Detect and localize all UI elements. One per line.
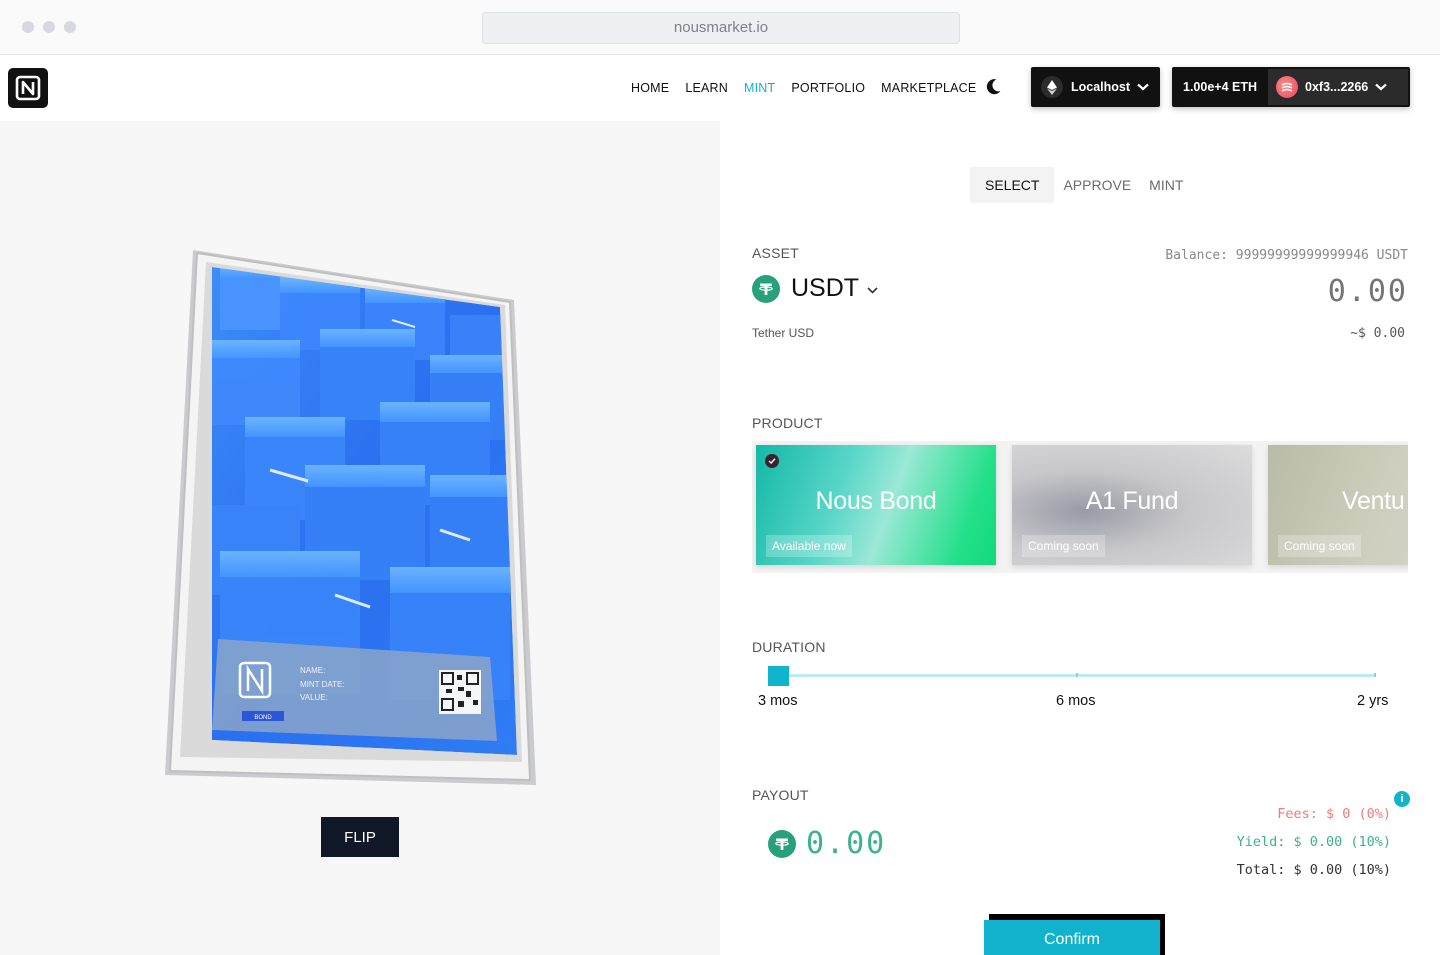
payout-amount-value: 0.00 <box>806 826 887 861</box>
chevron-down-icon <box>1375 83 1388 91</box>
qr-code-icon <box>439 670 481 714</box>
duration-tick <box>1076 673 1078 677</box>
product-name: A1 Fund <box>1085 487 1179 515</box>
account-address: 0xf3...2266 <box>1305 80 1369 94</box>
nav-mint[interactable]: MINT <box>744 81 775 95</box>
duration-mark-6-mos[interactable]: 6 mos <box>1056 693 1096 709</box>
tab-select[interactable]: SELECT <box>970 167 1055 203</box>
payout-amount: 0.00 <box>768 826 886 861</box>
browser-chrome: nousmarket.io <box>0 0 1440 55</box>
asset-selector[interactable]: USDT <box>752 274 878 303</box>
card-name-label: NAME: <box>300 666 325 675</box>
asset-full-name: Tether USD <box>752 326 815 340</box>
nav-home[interactable]: HOME <box>631 81 669 95</box>
account-address-button[interactable]: 0xf3...2266 <box>1268 69 1408 105</box>
duration-tick <box>1374 673 1376 677</box>
nav-portfolio[interactable]: PORTFOLIO <box>791 81 865 95</box>
confirm-button-wrap: Confirm <box>984 914 1165 955</box>
ethereum-icon <box>1041 76 1063 98</box>
payout-yield: Yield: $ 0.00 (10%) <box>1236 834 1391 850</box>
window-minimize-dot[interactable] <box>43 21 55 33</box>
product-status-badge: Available now <box>766 535 852 557</box>
main-nav: HOME LEARN MINT PORTFOLIO MARKETPLACE <box>631 81 976 95</box>
duration-mark-2-yrs[interactable]: 2 yrs <box>1357 693 1388 709</box>
tether-icon <box>768 829 796 858</box>
product-card-ventu[interactable]: Ventu Coming soon <box>1268 445 1408 565</box>
product-status-badge: Coming soon <box>1278 535 1361 557</box>
payout-fees: Fees: $ 0 (0%) <box>1277 806 1391 822</box>
duration-slider-track[interactable] <box>770 674 1376 677</box>
tether-icon <box>752 274 780 303</box>
card-mint-date-label: MINT DATE: <box>300 680 345 689</box>
flip-card-button[interactable]: FLIP <box>321 817 399 857</box>
nav-marketplace[interactable]: MARKETPLACE <box>881 81 976 95</box>
payout-section-label: PAYOUT <box>752 787 809 803</box>
product-name: Nous Bond <box>815 487 937 515</box>
product-section-label: PRODUCT <box>752 415 823 431</box>
asset-symbol: USDT <box>791 274 860 302</box>
product-carousel: Nous Bond Available now A1 Fund Coming s… <box>752 441 1408 573</box>
product-name: Ventu <box>1342 487 1405 515</box>
selected-check-icon <box>765 454 779 468</box>
dark-mode-moon-icon[interactable] <box>983 77 1003 97</box>
asset-usd-value: ~$ 0.00 <box>1350 326 1405 341</box>
window-maximize-dot[interactable] <box>64 21 76 33</box>
account-avatar <box>1276 76 1299 98</box>
network-selector-button[interactable]: Localhost <box>1031 67 1160 107</box>
asset-section-label: ASSET <box>752 245 799 261</box>
product-card-nous-bond[interactable]: Nous Bond Available now <box>756 445 996 565</box>
nous-logo[interactable] <box>8 68 48 108</box>
bond-nft-card[interactable]: BOND NAME: MINT DATE: VALUE: <box>160 245 540 790</box>
asset-balance: Balance: 99999999999999946 USDT <box>1165 248 1408 263</box>
card-value-label: VALUE: <box>300 693 328 702</box>
chevron-down-icon <box>867 287 878 294</box>
chevron-down-icon <box>1137 83 1149 91</box>
card-tag-label: BOND <box>254 715 272 721</box>
window-close-dot[interactable] <box>22 21 34 33</box>
account-widget: 1.00e+4 ETH 0xf3...2266 <box>1172 67 1410 107</box>
app-header: HOME LEARN MINT PORTFOLIO MARKETPLACE Lo… <box>0 55 1440 121</box>
product-status-badge: Coming soon <box>1022 535 1105 557</box>
duration-mark-3-mos[interactable]: 3 mos <box>758 693 798 709</box>
duration-section-label: DURATION <box>752 639 826 655</box>
address-bar[interactable]: nousmarket.io <box>482 12 960 44</box>
network-label: Localhost <box>1071 80 1131 94</box>
duration-slider-thumb[interactable] <box>768 666 789 686</box>
tab-mint[interactable]: MINT <box>1140 167 1192 203</box>
nav-learn[interactable]: LEARN <box>685 81 728 95</box>
mint-steps: SELECT APPROVE MINT <box>970 167 1192 203</box>
nous-logo-icon <box>15 75 41 101</box>
product-card-a1-fund[interactable]: A1 Fund Coming soon <box>1012 445 1252 565</box>
asset-amount-input[interactable] <box>1208 274 1408 309</box>
info-icon[interactable]: i <box>1394 791 1410 807</box>
confirm-button[interactable]: Confirm <box>984 920 1160 955</box>
window-controls <box>22 21 76 33</box>
payout-total: Total: $ 0.00 (10%) <box>1236 862 1391 878</box>
tab-approve[interactable]: APPROVE <box>1054 167 1140 203</box>
account-balance: 1.00e+4 ETH <box>1183 80 1258 94</box>
